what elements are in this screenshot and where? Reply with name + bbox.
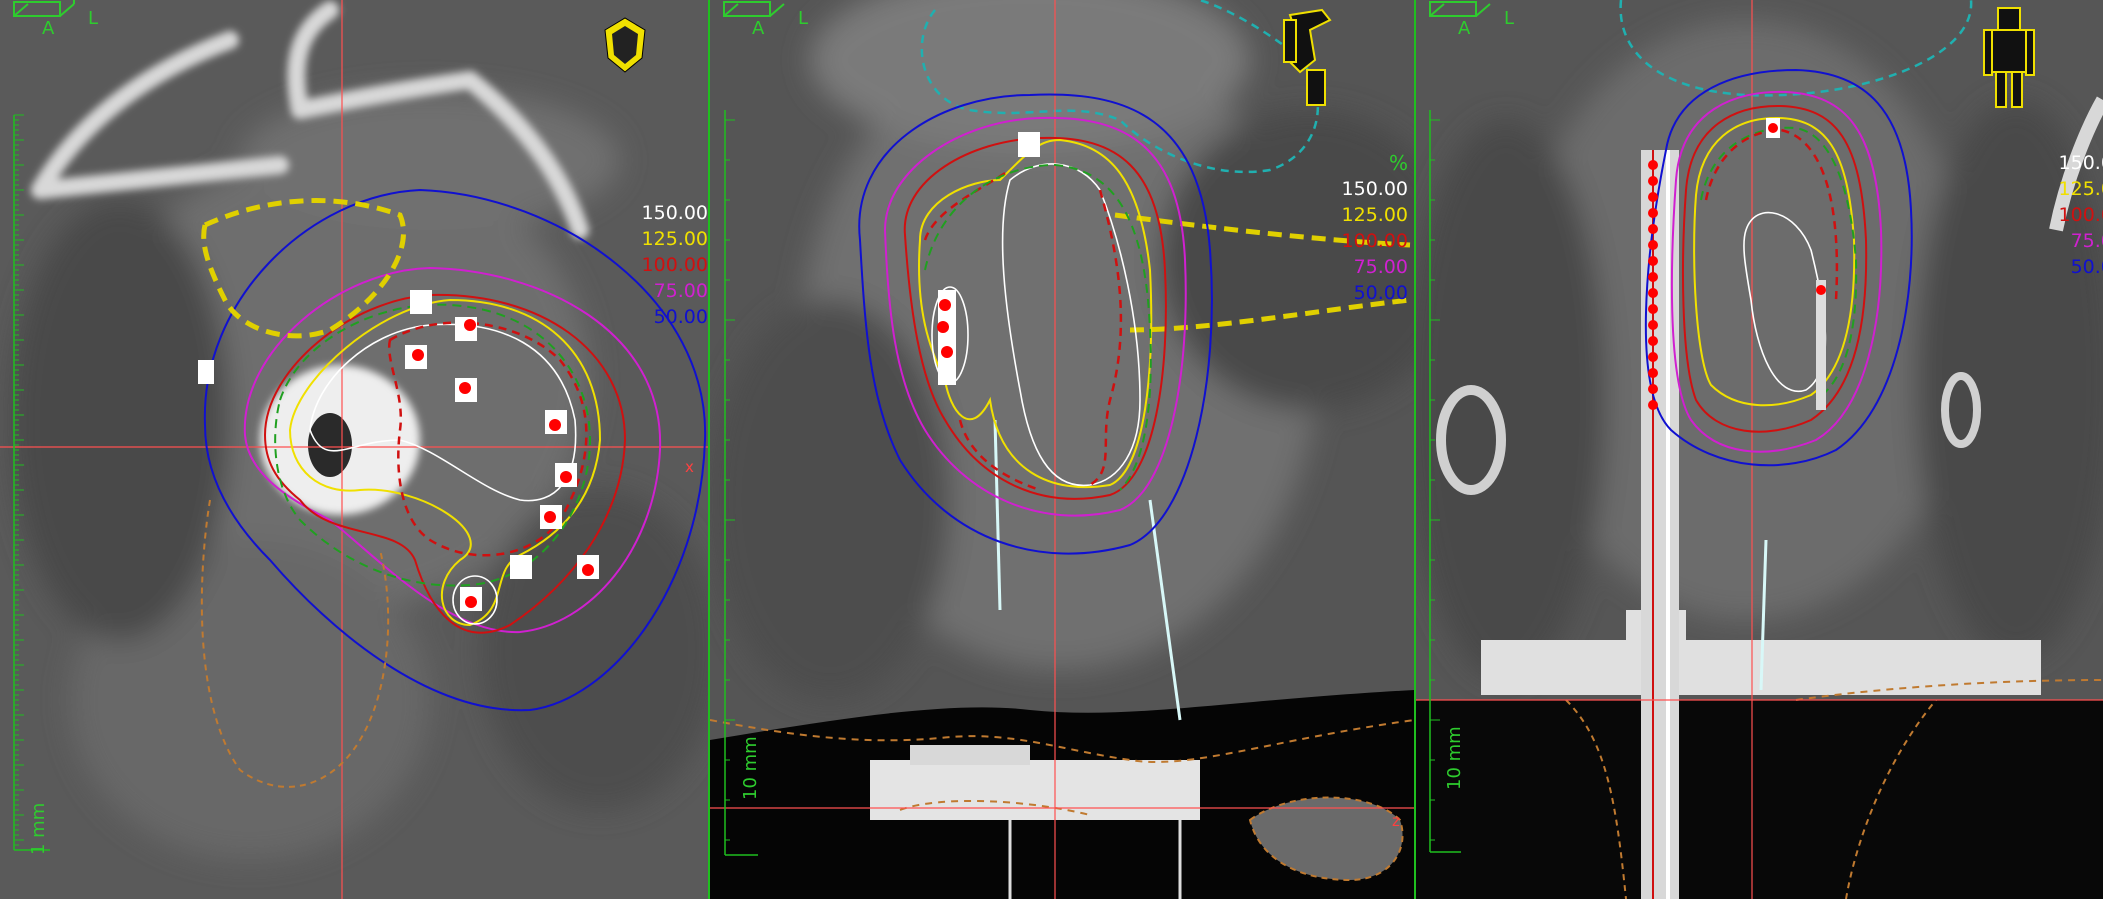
coronal-view[interactable]: A L 150.00 125.00 100.00 75.00 50.00 10 … (1416, 0, 2103, 899)
legend-100: 100.00 (641, 254, 708, 276)
orientation-label-left: L (798, 8, 809, 29)
seed-marker (1648, 192, 1658, 202)
seed-marker (1648, 272, 1658, 282)
axis-marker: z (1392, 812, 1400, 830)
axial-view[interactable]: A L x 1 mm (0, 0, 708, 899)
seed-marker (1648, 304, 1658, 314)
scale-bar-label: 1 mm (28, 802, 49, 855)
legend-75: 75.00 (653, 280, 708, 302)
isodose-legend: 150.00 125.00 100.00 75.00 50.00 (622, 200, 708, 330)
scale-bar-label: 10 mm (740, 736, 761, 800)
orientation-label-left: L (88, 8, 99, 29)
orientation-label-anterior: A (42, 18, 55, 39)
seed-marker (1648, 224, 1658, 234)
scale-bar-label: 10 mm (1444, 726, 1465, 790)
orientation-label-anterior: A (752, 18, 765, 39)
sagittal-view[interactable]: A L % 150.00 125.00 100.00 75.00 50.00 z… (710, 0, 1414, 899)
legend-100: 100.00 (2058, 204, 2103, 226)
legend-unit: % (1388, 151, 1408, 175)
seed-marker (1648, 160, 1658, 170)
legend-50: 50.00 (653, 306, 708, 328)
isodose-legend: 150.00 125.00 100.00 75.00 50.00 (2045, 150, 2103, 280)
seed-marker (1648, 208, 1658, 218)
seed-marker (1648, 176, 1658, 186)
legend-75: 75.00 (2070, 230, 2103, 252)
legend-100: 100.00 (1341, 230, 1408, 252)
legend-50: 50.00 (1353, 282, 1408, 304)
orientation-label-anterior: A (1458, 18, 1471, 39)
seed-marker (1648, 240, 1658, 250)
seed-marker (1648, 336, 1658, 346)
seed-marker (1648, 256, 1658, 266)
legend-125: 125.00 (2058, 178, 2103, 200)
isodose-legend: % 150.00 125.00 100.00 75.00 50.00 (1342, 150, 1408, 306)
seed-marker (1648, 320, 1658, 330)
sagittal-ct-image (710, 0, 1414, 899)
axis-marker: x (685, 458, 694, 476)
axial-ct-image (0, 0, 708, 899)
legend-50: 50.00 (2070, 256, 2103, 278)
legend-150: 150.00 (1341, 178, 1408, 200)
legend-125: 125.00 (1341, 204, 1408, 226)
legend-125: 125.00 (641, 228, 708, 250)
seed-marker (1648, 352, 1658, 362)
legend-150: 150.00 (641, 202, 708, 224)
planning-workspace: A L x 1 mm A L % 150.00 125.00 100.00 75… (0, 0, 2103, 899)
coronal-ct-image (1416, 0, 2103, 899)
seed-marker (1648, 368, 1658, 378)
legend-150: 150.00 (2058, 152, 2103, 174)
seed-marker (1648, 400, 1658, 410)
seed-marker (1648, 384, 1658, 394)
orientation-label-left: L (1504, 8, 1515, 29)
seed-marker (1648, 288, 1658, 298)
legend-75: 75.00 (1353, 256, 1408, 278)
